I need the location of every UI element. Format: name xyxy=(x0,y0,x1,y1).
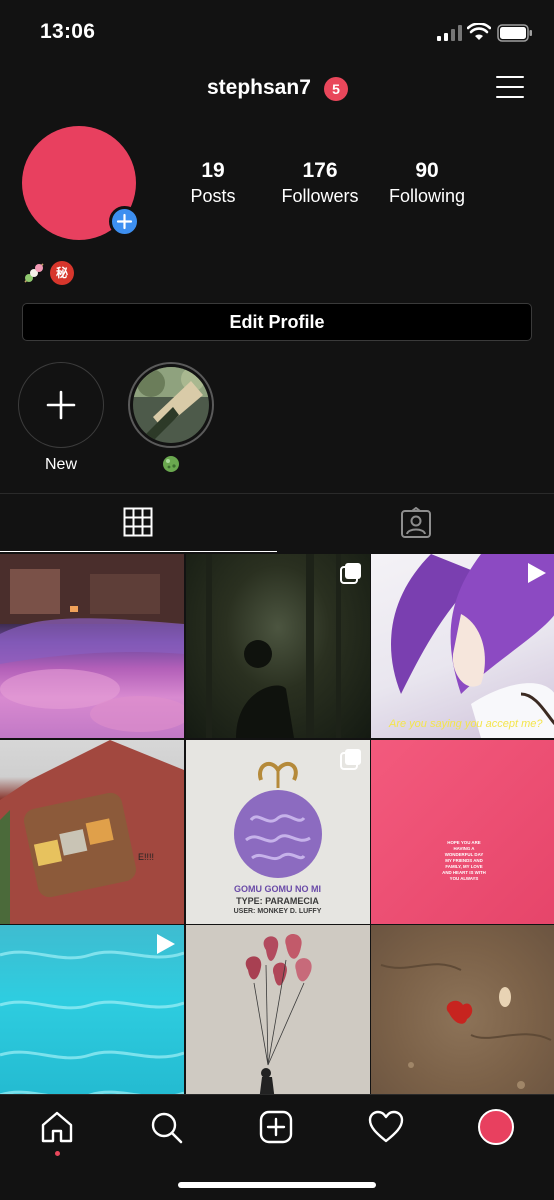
stat-followers[interactable]: 176 Followers xyxy=(272,158,368,208)
video-icon xyxy=(157,934,175,954)
followers-label: Followers xyxy=(281,186,359,206)
menu-button[interactable] xyxy=(496,76,524,100)
following-count: 90 xyxy=(415,159,439,182)
plus-icon xyxy=(116,213,133,230)
post-thumbnail[interactable]: HOPE YOU ARE HAVING A WONDERFUL DAY MY F… xyxy=(371,739,554,924)
following-label: Following xyxy=(388,186,466,206)
battery-icon xyxy=(497,24,532,42)
search-icon[interactable] xyxy=(148,1109,184,1145)
plus-icon xyxy=(46,390,76,420)
stat-posts[interactable]: 19 Posts xyxy=(176,158,250,208)
menu-line xyxy=(496,76,524,78)
highlight-label: New xyxy=(44,456,77,473)
tab-grid[interactable] xyxy=(0,494,277,552)
fruit-type: TYPE: PARAMECIA xyxy=(236,895,319,906)
wifi-icon xyxy=(467,23,491,40)
highlight-new[interactable]: New xyxy=(18,362,104,475)
post-thumbnail[interactable] xyxy=(185,925,370,1109)
post-thumbnail[interactable] xyxy=(0,554,184,738)
profile-bio: 秘 xyxy=(22,260,74,286)
green-ball-emoji xyxy=(163,456,179,472)
grid-icon xyxy=(123,507,153,537)
fruit-user: USER: MONKEY D. LUFFY xyxy=(233,907,322,915)
highlight-new-circle xyxy=(18,362,104,448)
carousel-icon xyxy=(339,563,361,584)
post-thumbnail[interactable]: Are you saying you accept me? xyxy=(371,554,554,738)
posts-count: 19 xyxy=(201,159,225,182)
menu-line xyxy=(496,86,524,88)
menu-line xyxy=(496,96,524,98)
highlight-story-circle xyxy=(128,362,214,448)
highlight-thumbnail-image xyxy=(133,367,209,443)
post-caption-overlay: Are you saying you accept me? xyxy=(389,718,543,730)
post-thumbnail[interactable] xyxy=(371,925,554,1109)
post-quote-text: HOPE YOU ARE HAVING A WONDERFUL DAY MY F… xyxy=(442,839,486,881)
post-thumbnail[interactable]: E!!!! xyxy=(0,739,184,924)
home-indicator xyxy=(178,1182,376,1188)
posts-label: Posts xyxy=(190,186,236,206)
post-image xyxy=(380,963,552,1089)
fruit-title: GOMU GOMU NO MI xyxy=(234,883,321,894)
highlight-story[interactable] xyxy=(128,362,214,479)
profile-header: stephsan7 5 xyxy=(0,66,554,112)
new-post-icon[interactable] xyxy=(258,1109,294,1145)
post-thumbnail[interactable]: GOMU GOMU NO MI TYPE: PARAMECIA USER: MO… xyxy=(185,739,370,924)
edit-profile-button[interactable]: Edit Profile xyxy=(22,303,532,341)
highlight-thumbnail xyxy=(133,367,209,443)
tab-tagged[interactable] xyxy=(277,494,554,552)
profile-avatar xyxy=(478,1109,514,1145)
dango-icon xyxy=(24,263,44,283)
status-bar: 13:06 xyxy=(0,0,554,66)
notification-badge[interactable]: 5 xyxy=(324,77,348,101)
tagged-person-icon xyxy=(401,507,431,538)
home-active-dot xyxy=(55,1151,60,1156)
activity-heart-icon[interactable] xyxy=(368,1109,404,1145)
post-image xyxy=(0,554,184,732)
profile-nav-button[interactable] xyxy=(478,1109,514,1145)
status-time: 13:06 xyxy=(40,20,96,43)
profile-username[interactable]: stephsan7 xyxy=(207,76,311,100)
graffiti-text: E!!!! xyxy=(138,852,154,862)
followers-count: 176 xyxy=(302,159,338,182)
stat-following[interactable]: 90 Following xyxy=(380,158,474,208)
post-thumbnail[interactable] xyxy=(0,925,184,1109)
cellular-signal-icon xyxy=(437,25,462,41)
post-image: E!!!! xyxy=(0,739,184,924)
home-icon[interactable] xyxy=(39,1109,75,1145)
post-thumbnail[interactable] xyxy=(185,554,370,738)
add-story-button[interactable] xyxy=(109,206,140,237)
posts-grid: Are you saying you accept me? E!!!! GOMU… xyxy=(0,554,554,1109)
carousel-icon xyxy=(339,748,361,770)
post-image xyxy=(245,933,312,1109)
secret-ideograph-icon: 秘 xyxy=(50,261,74,285)
video-icon xyxy=(528,563,546,583)
